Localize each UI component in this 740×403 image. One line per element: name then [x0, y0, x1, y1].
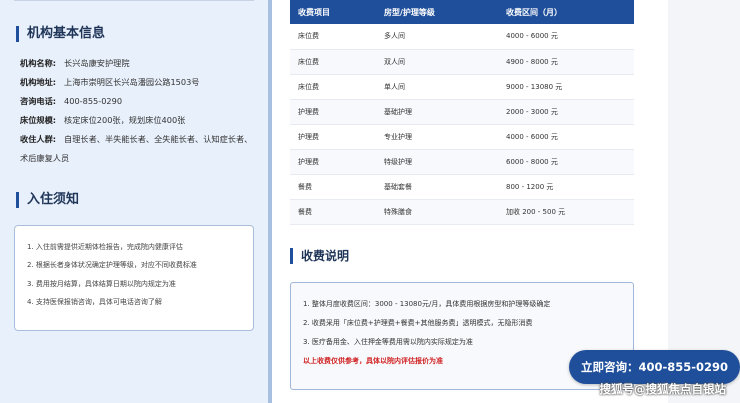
header-item: 收费项目: [290, 0, 376, 24]
explain-item: 3. 医疗备用金、入住押金等费用需以院内实际规定为准: [303, 338, 473, 346]
cell-level: 多人间: [376, 24, 498, 50]
info-key: 机构地址:: [20, 77, 57, 87]
cell-level: 特殊膳食: [376, 199, 498, 225]
right-panel: 收费项目 房型/护理等级 收费区间（月） 床位费 多人间 4000 - 6000 元…: [272, 0, 668, 403]
cell-price: 4900 - 8000 元: [498, 49, 634, 75]
cell-item: 床位费: [290, 24, 376, 50]
cell-level: 单人间: [376, 74, 498, 100]
cell-price: 800 - 1200 元: [498, 174, 634, 200]
info-row-beds: 床位规模: 核定床位200张，规划床位400张: [20, 111, 260, 130]
table-row: 护理费 特级护理 6000 - 8000 元: [290, 149, 634, 175]
cell-level: 专业护理: [376, 124, 498, 150]
cell-item: 床位费: [290, 49, 376, 75]
notice-box: 1. 入住前需提供近期体检报告，完成院内健康评估 2. 根据长者身体状况确定护理…: [14, 225, 254, 331]
info-key: 床位规模:: [20, 115, 57, 125]
info-value: 400-855-0290: [64, 96, 123, 106]
cell-item: 护理费: [290, 124, 376, 150]
fee-explain-title: 收费说明: [290, 248, 349, 264]
table-row: 餐费 基础套餐 800 - 1200 元: [290, 174, 634, 200]
info-value: 核定床位200张，规划床位400张: [64, 115, 186, 125]
cell-price: 9000 - 13080 元: [498, 74, 634, 100]
info-row-address: 机构地址: 上海市崇明区长兴岛潘园公路1503号: [20, 73, 260, 92]
info-row-name: 机构名称: 长兴岛康安护理院: [20, 54, 260, 73]
fee-table-header: 收费项目 房型/护理等级 收费区间（月）: [290, 0, 634, 24]
cell-price: 6000 - 8000 元: [498, 149, 634, 175]
table-row: 餐费 特殊膳食 加收 200 - 500 元: [290, 199, 634, 225]
table-row: 护理费 基础护理 2000 - 3000 元: [290, 99, 634, 125]
info-key: 收住人群:: [20, 134, 57, 144]
header-room-level: 房型/护理等级: [376, 0, 498, 24]
cell-price: 2000 - 3000 元: [498, 99, 634, 125]
cell-level: 基础护理: [376, 99, 498, 125]
notice-item: 3. 费用按月结算，具体结算日期以院内规定为准: [27, 279, 176, 288]
cell-item: 餐费: [290, 199, 376, 225]
table-row: 护理费 专业护理 4000 - 6000 元: [290, 124, 634, 150]
cell-item: 床位费: [290, 74, 376, 100]
table-row: 床位费 单人间 9000 - 13080 元: [290, 74, 634, 100]
cell-level: 特级护理: [376, 149, 498, 175]
cell-price: 4000 - 6000 元: [498, 124, 634, 150]
cell-level: 双人间: [376, 49, 498, 75]
left-panel: 机构基本信息 机构名称: 长兴岛康安护理院 机构地址: 上海市崇明区长兴岛潘园公路1…: [0, 0, 268, 403]
explain-item: 1. 整体月度收费区间：3000 - 13080元/月，具体费用根据房型和护理等…: [303, 300, 551, 308]
cell-level: 基础套餐: [376, 174, 498, 200]
org-info-title: 机构基本信息: [16, 26, 105, 42]
info-value: 长兴岛康安护理院: [64, 58, 130, 68]
cell-item: 护理费: [290, 149, 376, 175]
notice-item: 1. 入住前需提供近期体检报告，完成院内健康评估: [27, 243, 183, 251]
consult-button[interactable]: 立即咨询：400-855-0290: [569, 350, 740, 384]
watermark: 搜狐号@搜狐焦点自银站: [599, 382, 727, 396]
org-info-list: 机构名称: 长兴岛康安护理院 机构地址: 上海市崇明区长兴岛潘园公路1503号 咨询…: [20, 54, 260, 168]
info-key: 咨询电话:: [20, 96, 57, 106]
explain-item: 2. 收费采用「床位费+护理费+餐费+其他服务费」透明模式，无隐形消费: [303, 319, 533, 327]
table-row: 床位费 多人间 4000 - 6000 元: [290, 24, 634, 50]
notice-item: 4. 支持医保报销咨询，具体可电话咨询了解: [27, 298, 162, 307]
cell-item: 餐费: [290, 174, 376, 200]
notice-item: 2. 根据长者身体状况确定护理等级，对应不同收费标准: [27, 261, 197, 270]
cell-item: 护理费: [290, 99, 376, 125]
cell-price: 4000 - 6000 元: [498, 24, 634, 50]
cell-price: 加收 200 - 500 元: [498, 199, 634, 225]
info-row-phone: 咨询电话: 400-855-0290: [20, 92, 260, 111]
info-value: 上海市崇明区长兴岛潘园公路1503号: [64, 77, 200, 87]
header-price-range: 收费区间（月）: [498, 0, 634, 24]
fee-table: 收费项目 房型/护理等级 收费区间（月） 床位费 多人间 4000 - 6000 元…: [290, 0, 634, 225]
info-row-residents: 收住人群: 自理长者、半失能长者、全失能长者、认知症长者、术后康复人员: [20, 130, 260, 168]
table-row: 床位费 双人间 4900 - 8000 元: [290, 49, 634, 75]
divider: [14, 0, 254, 1]
info-key: 机构名称:: [20, 58, 57, 68]
notice-title: 入住须知: [16, 192, 79, 208]
